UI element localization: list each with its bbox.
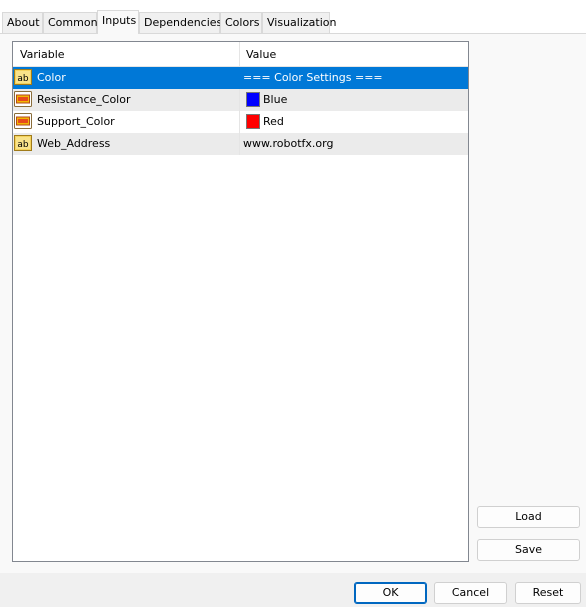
table-row[interactable]: ab Color === Color Settings === <box>13 67 468 89</box>
string-ab-icon: ab <box>14 135 32 151</box>
variable-cell: ab Web_Address <box>13 133 240 155</box>
variable-name: Resistance_Color <box>37 93 131 106</box>
column-header-value[interactable]: Value <box>240 42 468 66</box>
color-param-icon <box>14 91 32 107</box>
variable-cell: ab Color <box>13 67 240 89</box>
value-cell[interactable]: Blue <box>242 89 468 111</box>
cancel-button[interactable]: Cancel <box>434 582 507 604</box>
tab-dependencies-label: Dependencies <box>144 16 223 29</box>
tab-inputs[interactable]: Inputs <box>97 10 139 34</box>
inputs-table[interactable]: Variable Value ab Color === Color Settin… <box>12 41 469 562</box>
ok-button[interactable]: OK <box>354 582 427 604</box>
table-header: Variable Value <box>13 42 468 67</box>
color-swatch <box>246 92 260 107</box>
string-ab-icon: ab <box>14 69 32 85</box>
variable-name: Color <box>37 71 66 84</box>
load-button[interactable]: Load <box>477 506 580 528</box>
value-cell[interactable]: Red <box>242 111 468 133</box>
value-text: Red <box>263 115 284 128</box>
variable-name: Web_Address <box>37 137 111 150</box>
color-swatch <box>246 114 260 129</box>
variable-cell: Resistance_Color <box>13 89 240 111</box>
reset-button[interactable]: Reset <box>515 582 581 604</box>
svg-text:ab: ab <box>17 74 29 84</box>
tab-about[interactable]: About <box>2 12 43 33</box>
tab-common[interactable]: Common <box>43 12 98 33</box>
variable-name: Support_Color <box>37 115 115 128</box>
column-header-variable[interactable]: Variable <box>13 42 240 66</box>
tab-inputs-label: Inputs <box>102 14 137 27</box>
tab-colors-label: Colors <box>225 16 260 29</box>
variable-cell: Support_Color <box>13 111 240 133</box>
table-row[interactable]: Support_Color Red <box>13 111 468 133</box>
value-text: Blue <box>263 93 288 106</box>
tab-colors[interactable]: Colors <box>220 12 262 33</box>
tab-strip: About Common Inputs Dependencies Colors … <box>0 0 586 34</box>
tab-common-label: Common <box>48 16 98 29</box>
table-row[interactable]: Resistance_Color Blue <box>13 89 468 111</box>
svg-text:ab: ab <box>17 140 29 150</box>
value-cell[interactable]: === Color Settings === <box>242 67 468 89</box>
save-button[interactable]: Save <box>477 539 580 561</box>
table-row[interactable]: ab Web_Address www.robotfx.org <box>13 133 468 155</box>
tab-about-label: About <box>7 16 40 29</box>
tab-visualization[interactable]: Visualization <box>262 12 336 33</box>
color-param-icon <box>14 113 32 129</box>
dialog-footer: OK Cancel Reset <box>0 573 586 607</box>
tab-dependencies[interactable]: Dependencies <box>139 12 223 33</box>
tab-visualization-label: Visualization <box>267 16 337 29</box>
value-cell[interactable]: www.robotfx.org <box>242 133 468 155</box>
value-text: === Color Settings === <box>243 71 383 84</box>
value-text: www.robotfx.org <box>243 137 334 150</box>
